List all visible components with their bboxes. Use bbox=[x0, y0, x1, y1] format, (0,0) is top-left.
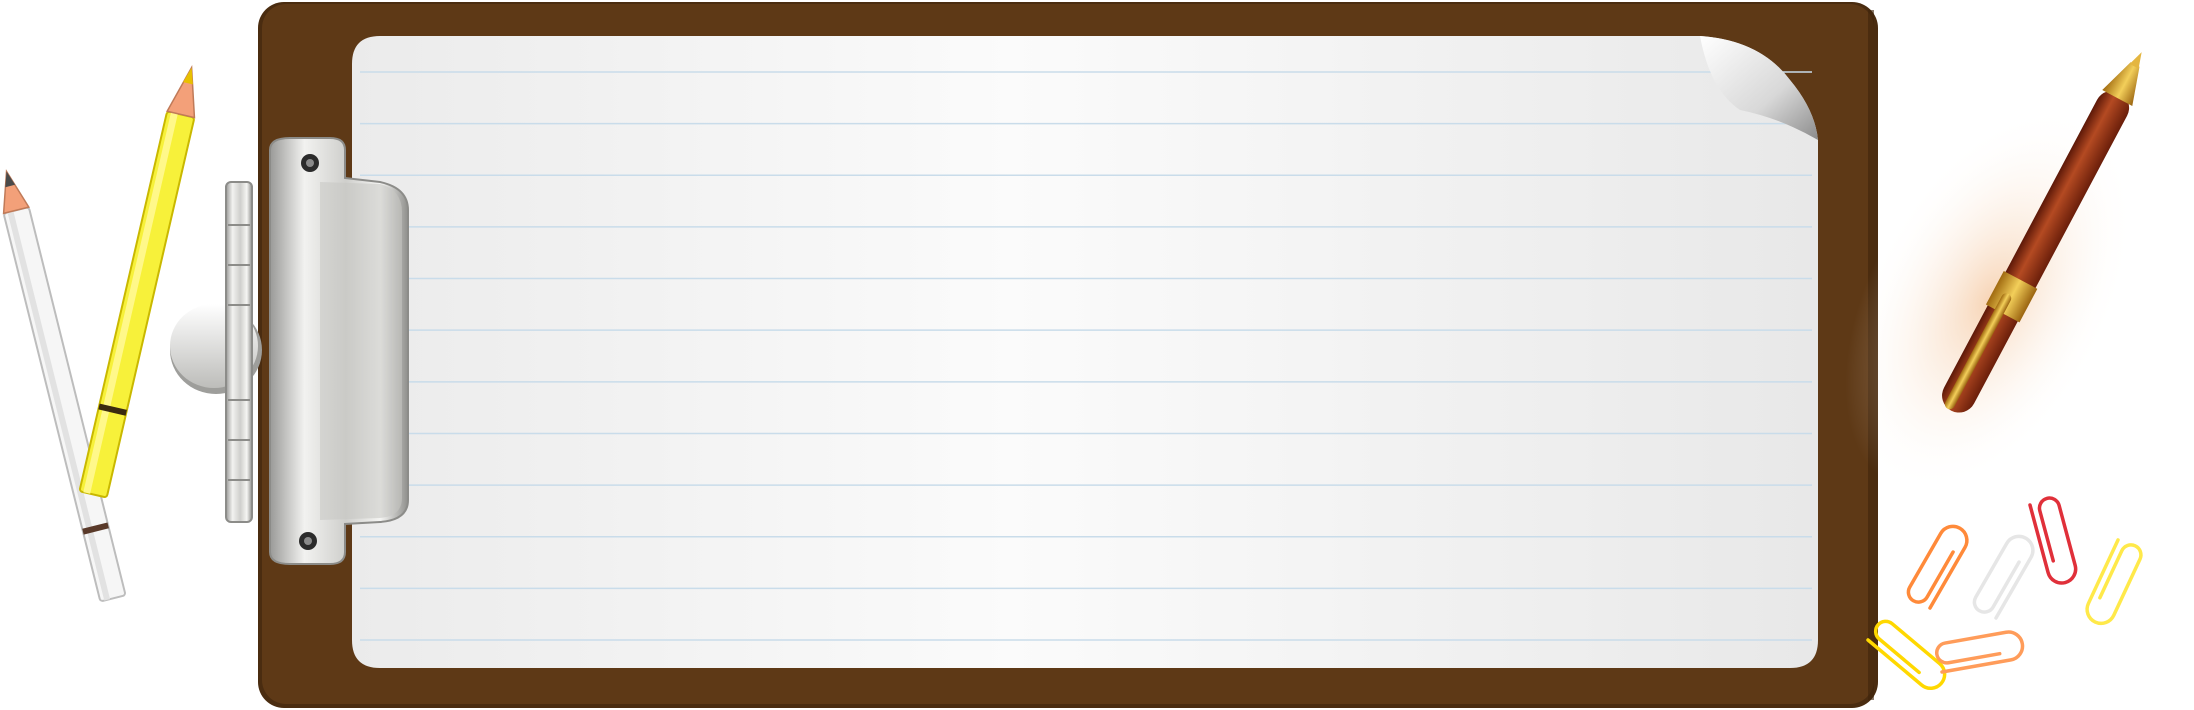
paper-clips bbox=[1866, 496, 2143, 690]
metal-clip bbox=[170, 137, 409, 565]
paper-clip-white bbox=[1972, 534, 2035, 620]
stationery-scene bbox=[2, 2, 2143, 708]
paper-clip-orange bbox=[1906, 524, 1969, 610]
yellow-pencil bbox=[79, 65, 196, 498]
paper-clip-lightyellow bbox=[2085, 538, 2143, 626]
paper-clip-peach bbox=[1935, 630, 2025, 674]
lined-paper bbox=[352, 36, 1818, 668]
paper-clip-red bbox=[2028, 496, 2078, 585]
